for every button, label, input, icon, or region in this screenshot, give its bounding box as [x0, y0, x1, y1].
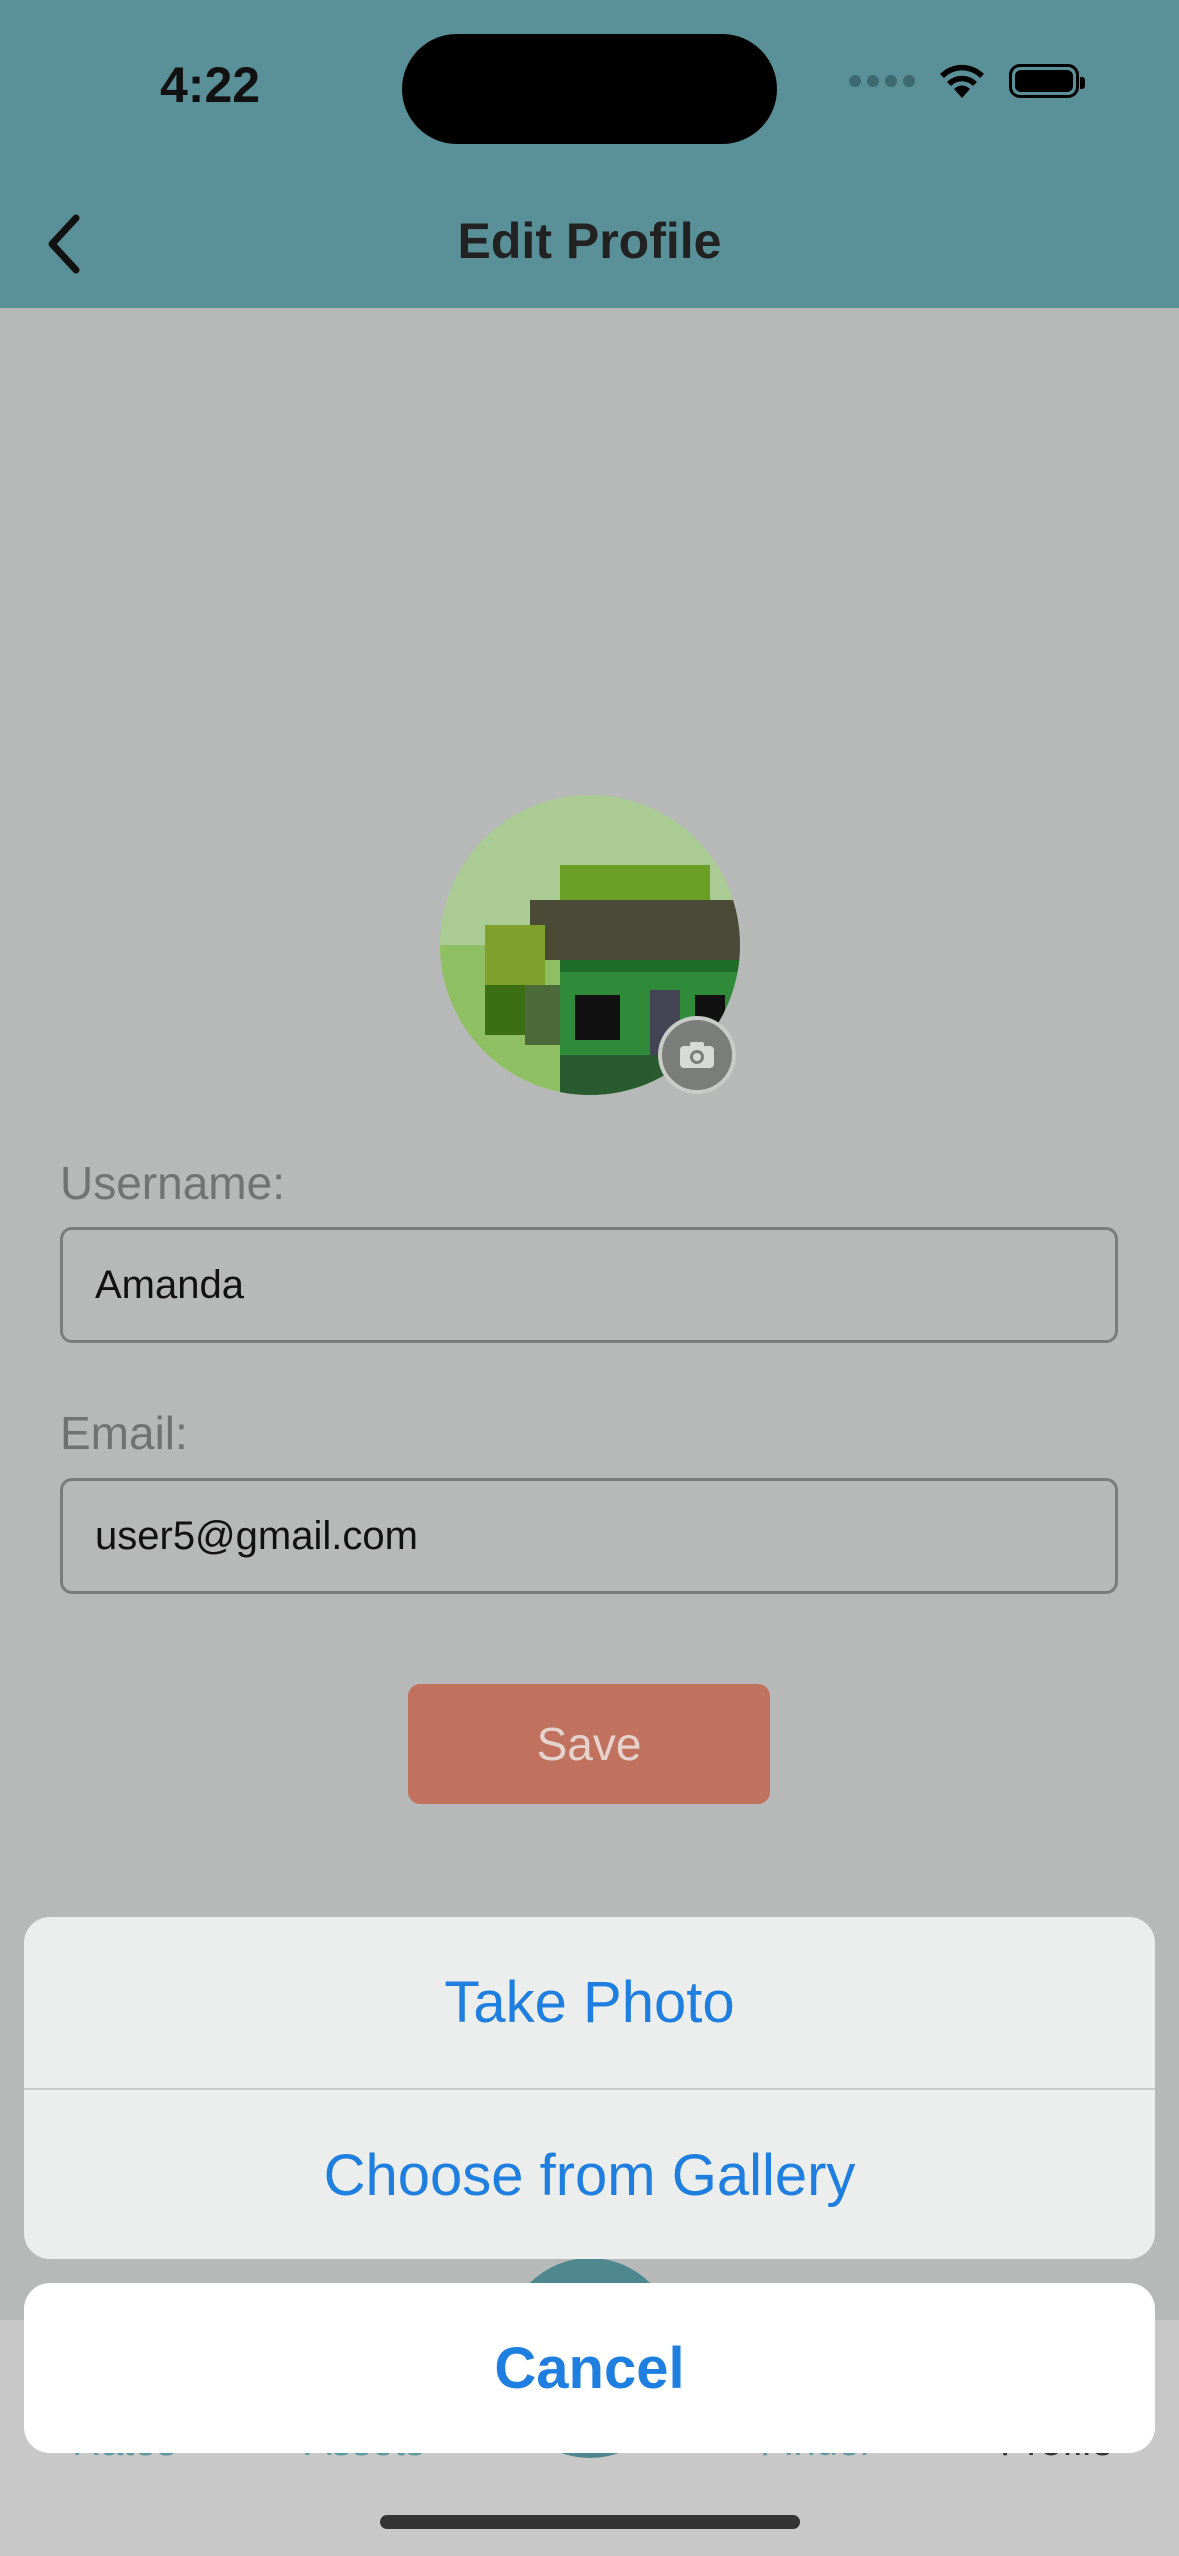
page-title: Edit Profile — [457, 213, 722, 269]
cellular-signal-icon — [849, 75, 915, 87]
battery-icon — [1009, 64, 1085, 98]
change-photo-button[interactable] — [658, 1016, 736, 1094]
username-value: Amanda — [95, 1262, 244, 1307]
username-label: Username: — [60, 1157, 285, 1209]
camera-icon — [680, 1042, 714, 1068]
dynamic-island — [402, 34, 777, 144]
email-label: Email: — [60, 1407, 188, 1459]
email-value: user5@gmail.com — [95, 1513, 418, 1558]
choose-from-gallery-option[interactable]: Choose from Gallery — [24, 2090, 1155, 2259]
wifi-icon — [940, 64, 984, 98]
email-input[interactable]: user5@gmail.com — [60, 1478, 1118, 1594]
app-header: 4:22 Edit Profile — [0, 0, 1179, 308]
status-time: 4:22 — [160, 57, 261, 113]
save-button[interactable]: Save — [408, 1684, 770, 1804]
home-indicator[interactable] — [380, 2515, 800, 2529]
take-photo-option[interactable]: Take Photo — [24, 1917, 1155, 2088]
status-icons — [849, 62, 1085, 100]
cancel-button[interactable]: Cancel — [24, 2283, 1155, 2453]
username-input[interactable]: Amanda — [60, 1227, 1118, 1343]
photo-action-sheet: Take Photo Choose from Gallery — [24, 1917, 1155, 2259]
